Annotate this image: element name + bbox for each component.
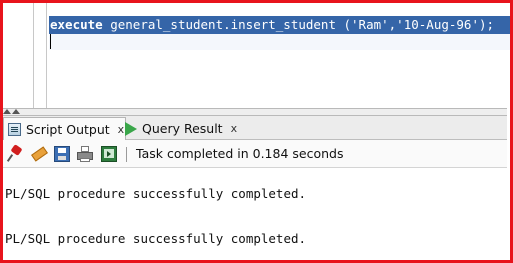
current-line-highlight <box>49 34 510 50</box>
run-triangle-icon <box>125 121 137 136</box>
task-status-text: Task completed in 0.184 seconds <box>136 146 344 161</box>
collapse-up-icon[interactable] <box>3 109 11 114</box>
toolbar-separator <box>126 147 127 162</box>
save-icon[interactable] <box>54 146 70 162</box>
fold-gutter <box>46 3 47 111</box>
selected-code-line[interactable]: execute general_student.insert_student (… <box>49 16 510 34</box>
pane-splitter[interactable] <box>0 108 507 116</box>
expand-up-icon[interactable] <box>12 109 20 114</box>
output-line: PL/SQL procedure successfully completed. <box>5 231 307 246</box>
pin-icon[interactable] <box>6 144 23 162</box>
tab-query-result-label: Query Result <box>142 121 223 136</box>
procedure-call-text: general_student.insert_student ('Ram','1… <box>102 17 495 32</box>
tab-script-output-label: Script Output <box>26 121 110 137</box>
line-number-gutter <box>33 3 34 111</box>
open-console-icon[interactable] <box>101 146 117 162</box>
tab-query-result[interactable]: Query Result x <box>122 117 242 140</box>
execute-keyword: execute <box>50 17 103 32</box>
close-icon[interactable]: x <box>231 122 238 135</box>
print-icon[interactable] <box>77 146 93 162</box>
tab-script-output[interactable]: Script Output x <box>3 117 126 140</box>
script-output-icon <box>8 122 21 136</box>
text-caret <box>50 34 51 49</box>
clear-eraser-icon[interactable] <box>31 146 48 162</box>
output-line: PL/SQL procedure successfully completed. <box>5 186 307 201</box>
sql-worksheet-editor[interactable]: execute general_student.insert_student (… <box>3 3 510 111</box>
